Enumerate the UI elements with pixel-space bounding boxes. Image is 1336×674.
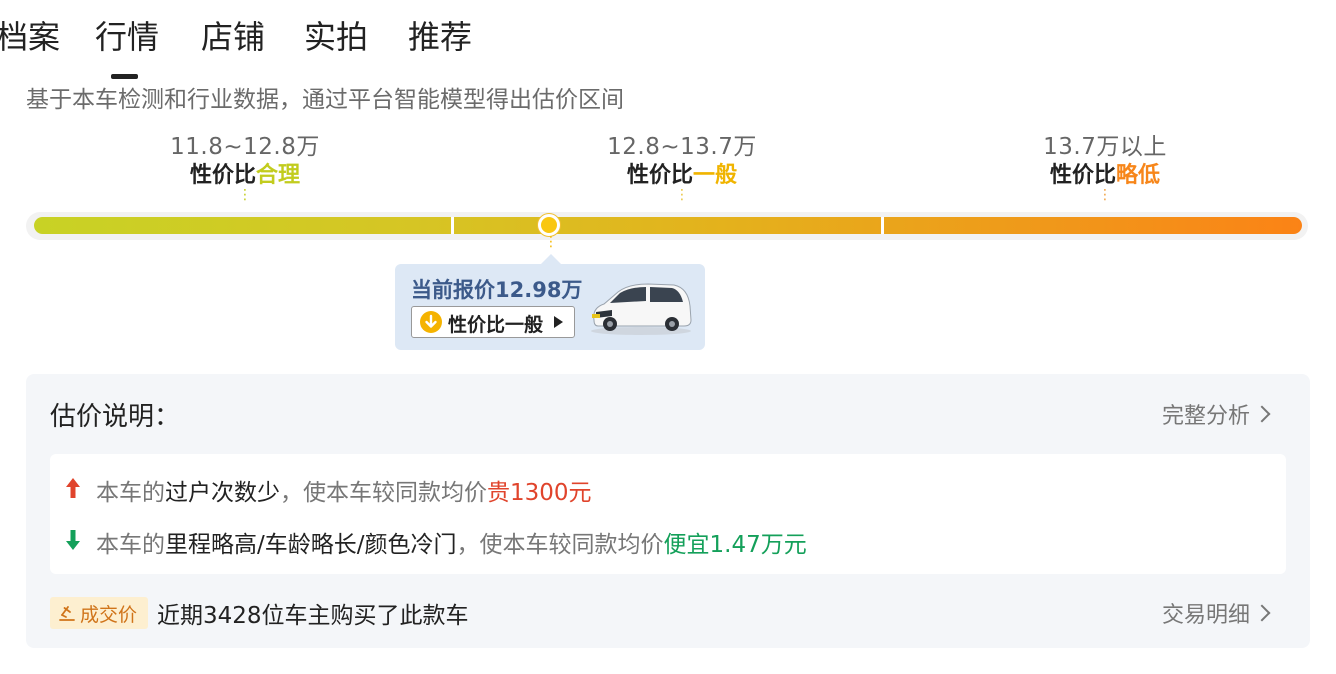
recent-buyers-text: 近期3428位车主购买了此款车 [157, 603, 469, 629]
price-range-low: 13.7万以上 性价比略低 ⋮ [985, 132, 1225, 203]
active-tab-indicator [111, 74, 138, 79]
value-rating-label: 性价比一般 [448, 314, 544, 336]
tab-recommend[interactable]: 推荐 [408, 14, 472, 60]
reason-factor: 里程略高/车龄略长/颜色冷门 [165, 532, 457, 558]
arrow-down-icon [66, 530, 80, 550]
chevron-right-icon [1253, 604, 1271, 622]
range-grade: 略低 [1116, 163, 1161, 188]
reason-factor: 过户次数少 [165, 480, 280, 506]
bar-separator [881, 217, 884, 234]
value-rating-button[interactable]: 性价比一般 [411, 306, 575, 338]
current-price-title: 当前报价12.98万 [411, 278, 583, 302]
range-grade: 一般 [693, 163, 738, 188]
current-price-marker [538, 214, 560, 236]
range-dots: ⋮ [675, 187, 689, 203]
estimate-description: 基于本车检测和行业数据，通过平台智能模型得出估价区间 [26, 87, 624, 113]
reason-result: 便宜1.47万元 [663, 532, 807, 558]
tab-archive[interactable]: 档案 [0, 14, 60, 60]
transaction-details-link[interactable]: 交易明细 [1162, 597, 1271, 629]
range-price: 12.8~13.7万 [607, 134, 757, 160]
price-range-average: 12.8~13.7万 性价比一般 ⋮ [562, 132, 802, 203]
arrow-up-icon [66, 478, 80, 498]
deal-price-badge: 成交价 [50, 597, 148, 629]
range-dots: ⋮ [1098, 187, 1112, 203]
deal-price-label: 成交价 [80, 604, 138, 626]
tab-market[interactable]: 行情 [95, 14, 159, 60]
estimate-explanation-title: 估价说明： [50, 402, 181, 432]
range-dots: ⋮ [238, 187, 252, 203]
range-price: 11.8~12.8万 [170, 134, 320, 160]
price-bar [34, 217, 1302, 234]
reason-item: 本车的里程略高/车龄略长/颜色冷门，使本车较同款均价便宜1.47万元 [96, 532, 807, 558]
reason-item: 本车的过户次数少，使本车较同款均价贵1300元 [96, 480, 592, 506]
range-price: 13.7万以上 [1043, 134, 1167, 160]
gavel-icon [59, 606, 75, 621]
car-thumbnail [591, 283, 692, 335]
play-arrow-icon [554, 316, 563, 328]
bar-separator [451, 217, 454, 234]
reason-result: 贵1300元 [487, 480, 592, 506]
range-label: 性价比略低 [1049, 163, 1161, 188]
tab-store[interactable]: 店铺 [201, 14, 265, 60]
marker-dots: ⋮ [544, 234, 558, 250]
tab-photos[interactable]: 实拍 [304, 14, 368, 60]
tooltip-arrow [541, 254, 561, 264]
range-grade: 合理 [256, 163, 301, 188]
range-label: 性价比一般 [626, 163, 738, 188]
price-range-reasonable: 11.8~12.8万 性价比合理 ⋮ [125, 132, 365, 203]
arrow-down-circle-icon [420, 311, 442, 333]
range-label: 性价比合理 [189, 163, 301, 188]
chevron-right-icon [1253, 405, 1271, 423]
full-analysis-link[interactable]: 完整分析 [1162, 398, 1271, 430]
